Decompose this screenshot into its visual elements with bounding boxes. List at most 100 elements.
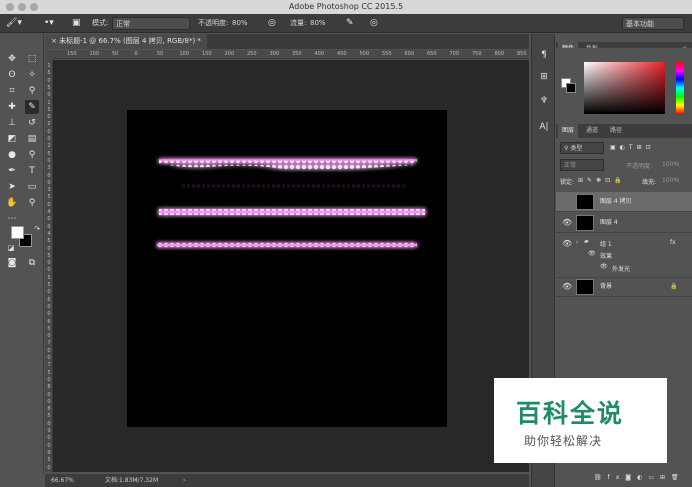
layer-row[interactable]: 👁 图层 4: [556, 213, 692, 233]
brush-presets-panel-icon[interactable]: ♆: [537, 94, 551, 108]
crop-tool-icon[interactable]: ⌗: [5, 84, 19, 98]
document-canvas[interactable]: [127, 110, 447, 427]
eyedropper-tool-icon[interactable]: ⚲: [25, 84, 39, 98]
screen-mode-icon[interactable]: ⧉: [25, 256, 39, 270]
swap-colors-icon[interactable]: ↷: [30, 222, 44, 236]
eraser-tool-icon[interactable]: ◩: [5, 132, 19, 146]
quick-mask-icon[interactable]: ◙: [5, 256, 19, 270]
light-string-top: [159, 160, 417, 171]
document-tab[interactable]: × 未标题-1 @ 66.7% (图层 4 拷贝, RGB/8*) *: [45, 34, 207, 49]
brush-panel-toggle-icon[interactable]: ▣: [72, 17, 81, 30]
pen-tool-icon[interactable]: ✒: [5, 164, 19, 178]
effect-eye-icon[interactable]: 👁: [600, 263, 608, 270]
workspace-select[interactable]: 基本功能: [622, 17, 684, 30]
airbrush-icon[interactable]: ✎: [346, 17, 354, 30]
opacity-value[interactable]: 80%: [232, 17, 248, 30]
ruler-tick-label: 9: [47, 428, 51, 434]
status-arrow-icon[interactable]: ›: [183, 474, 185, 487]
layer-group-row[interactable]: 👁 › ▰ 组 1 fx 👁 效果 👁 外发光: [556, 234, 692, 278]
tab-channels[interactable]: 通道: [582, 124, 602, 138]
paragraph-panel-icon[interactable]: ¶: [537, 48, 551, 62]
blend-mode-select[interactable]: 正常: [560, 159, 604, 171]
ruler-tick-label: 600: [404, 51, 415, 57]
ruler-tick-label: 100: [89, 51, 100, 57]
history-brush-tool-icon[interactable]: ↺: [25, 116, 39, 130]
ruler-tick-label: 0: [47, 376, 51, 383]
brush-tool-icon[interactable]: ✎: [25, 100, 39, 114]
gradient-tool-icon[interactable]: ▤: [25, 132, 39, 146]
minimize-window-icon[interactable]: [18, 3, 26, 11]
effect-name: 外发光: [612, 266, 631, 273]
healing-brush-tool-icon[interactable]: ✚: [5, 100, 19, 114]
fx-badge[interactable]: fx: [670, 239, 676, 246]
hand-tool-icon[interactable]: ✋: [5, 196, 19, 210]
ruler-tick-label: 7: [47, 340, 51, 347]
brush-size-picker[interactable]: •▾: [44, 17, 54, 30]
ruler-tick-label: 5: [47, 106, 51, 113]
mode-select[interactable]: 正常: [112, 17, 190, 30]
ruler-tick-label: 150: [67, 51, 77, 57]
layer-row[interactable]: 图层 4 拷贝: [556, 192, 692, 212]
type-tool-icon[interactable]: T: [25, 164, 39, 178]
move-tool-icon[interactable]: ✥: [5, 52, 19, 66]
tab-paths[interactable]: 路径: [606, 124, 626, 138]
flow-value[interactable]: 80%: [310, 17, 326, 30]
pressure-opacity-icon[interactable]: ◎: [268, 17, 276, 30]
foreground-color-swatch[interactable]: [11, 226, 24, 239]
ruler-tick-label: 5: [47, 457, 51, 464]
panel-background-swatch[interactable]: [566, 83, 576, 93]
ruler-tick-label: 5: [47, 150, 51, 157]
layers-footer-icons[interactable]: ⛓fx◙◐▭⊞🗑: [594, 474, 685, 481]
tab-layers[interactable]: 图层: [558, 124, 579, 138]
layer-filter-select[interactable]: ⚲ 类型: [560, 142, 604, 154]
close-tab-icon[interactable]: ×: [51, 37, 59, 45]
clone-stamp-tool-icon[interactable]: ⊥: [5, 116, 19, 130]
ruler-tick-label: 0: [47, 464, 51, 471]
ruler-tick-label: 0: [47, 442, 51, 449]
zoom-level[interactable]: 66.67%: [51, 474, 74, 487]
flow-label: 流量:: [290, 19, 307, 27]
color-spectrum[interactable]: [584, 62, 665, 114]
layer-row[interactable]: 👁 背景 🔒: [556, 277, 692, 297]
quick-select-tool-icon[interactable]: ✧: [25, 68, 39, 82]
path-select-tool-icon[interactable]: ➤: [5, 180, 19, 194]
visibility-eye-icon[interactable]: 👁: [562, 239, 572, 248]
effects-eye-icon[interactable]: 👁: [588, 250, 596, 257]
ruler-tick-label: 300: [269, 51, 280, 57]
lasso-tool-icon[interactable]: ʘ: [5, 68, 19, 82]
ruler-tick-label: 0: [47, 267, 51, 274]
zoom-tool-icon[interactable]: ⚲: [25, 196, 39, 210]
ruler-tick-label: 8: [47, 406, 51, 413]
more-tools-icon[interactable]: ⋯: [5, 212, 19, 226]
ruler-tick-label: 0: [47, 391, 51, 398]
ruler-tick-label: 0: [47, 303, 51, 310]
visibility-eye-icon[interactable]: 👁: [562, 218, 572, 227]
brush-preset-icon[interactable]: 🖌▾: [6, 17, 22, 30]
visibility-eye-icon[interactable]: 👁: [562, 282, 572, 291]
fill-value[interactable]: 100%: [662, 177, 679, 184]
character-panel-icon[interactable]: A|: [537, 120, 551, 134]
close-window-icon[interactable]: [6, 3, 14, 11]
marquee-tool-icon[interactable]: ⬚: [25, 52, 39, 66]
ruler-tick-label: 0: [47, 179, 51, 186]
ruler-tick-label: 5: [47, 252, 51, 259]
rectangle-tool-icon[interactable]: ▭: [25, 180, 39, 194]
lock-icon: 🔒: [670, 283, 678, 290]
default-colors-icon[interactable]: ◪: [4, 241, 18, 255]
pressure-size-icon[interactable]: ◎: [370, 17, 378, 30]
blur-tool-icon[interactable]: ●: [5, 148, 19, 162]
ruler-tick-label: 0: [47, 114, 51, 121]
filter-icons[interactable]: ▣◐T⊞⊡: [610, 144, 655, 151]
ruler-tick-label: 0: [47, 311, 51, 318]
ruler-tick-label: 50: [112, 51, 119, 57]
ruler-tick-label: 250: [247, 51, 257, 57]
zoom-window-icon[interactable]: [30, 3, 38, 11]
properties-panel-icon[interactable]: ⊞: [537, 70, 551, 84]
ruler-tick-label: 50: [157, 51, 164, 57]
ruler-tick-label: 500: [359, 51, 370, 57]
dodge-tool-icon[interactable]: ⚲: [25, 148, 39, 162]
chevron-right-icon[interactable]: ›: [576, 239, 578, 246]
hue-slider[interactable]: [676, 62, 684, 114]
layer-opacity-value[interactable]: 100%: [662, 161, 679, 168]
lock-icons[interactable]: ⊞✎✥⊡🔒: [578, 177, 626, 184]
